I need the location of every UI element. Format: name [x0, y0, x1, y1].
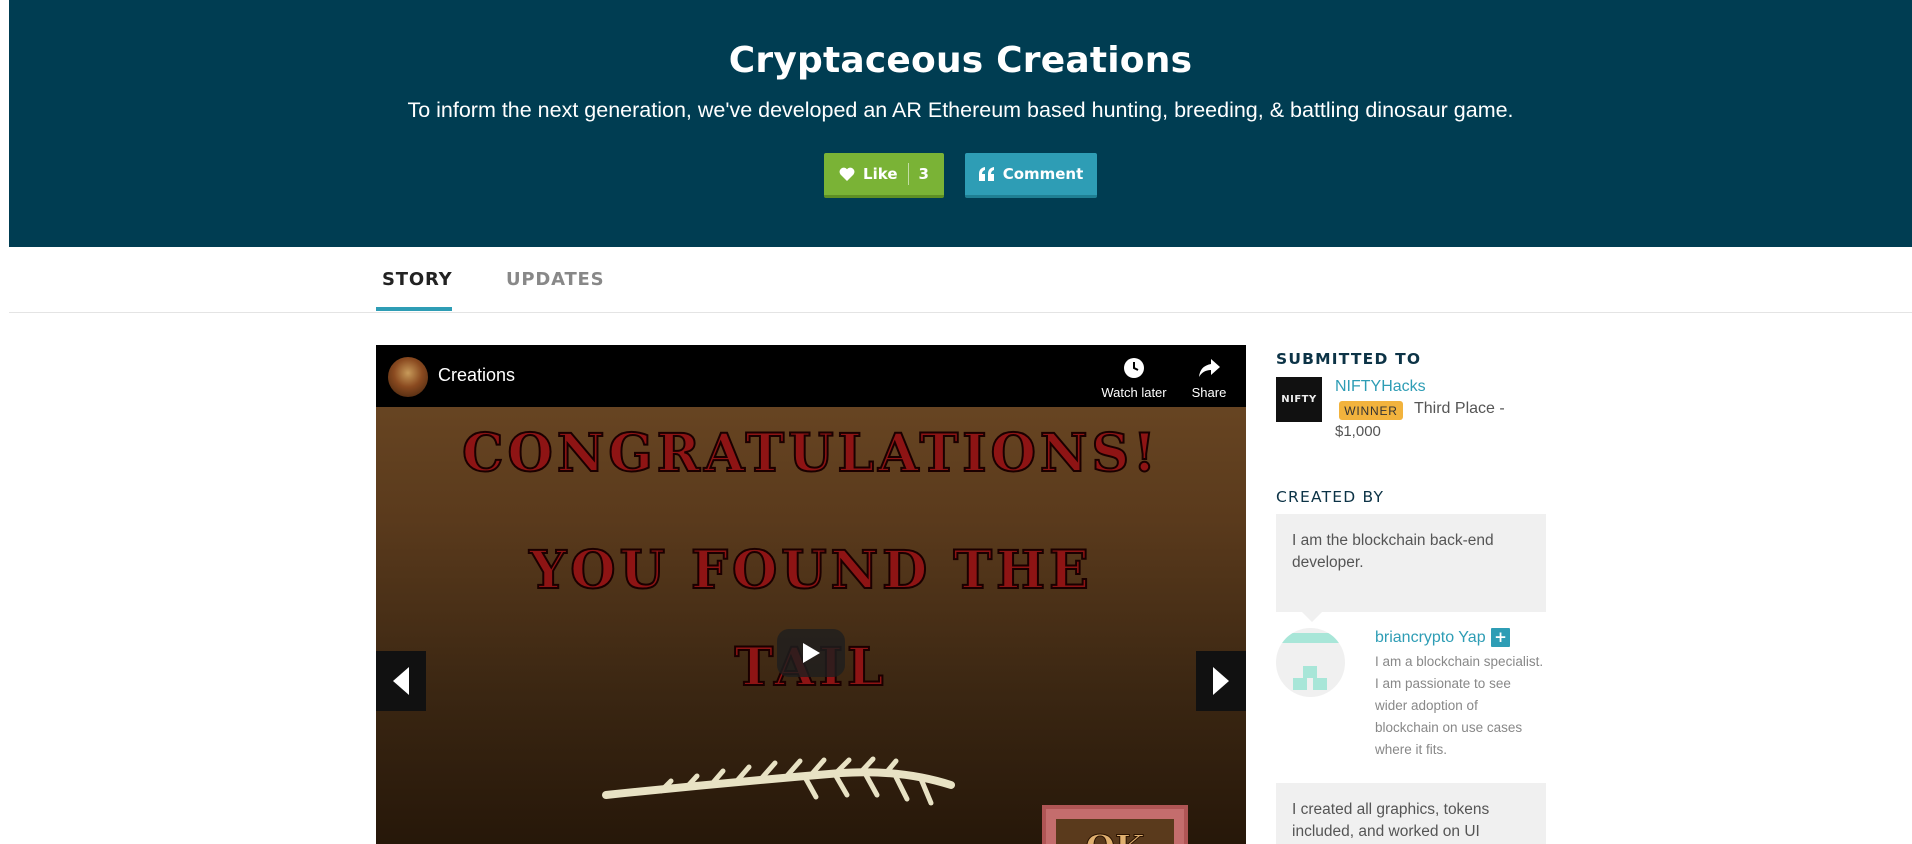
project-tagline: To inform the next generation, we've dev…	[407, 98, 1514, 122]
chevron-right-icon	[1213, 667, 1229, 695]
avatar-pattern	[1276, 633, 1345, 643]
prize-amount: $1,000	[1335, 423, 1381, 440]
comment-label: Comment	[1002, 165, 1084, 183]
quote-icon	[978, 167, 994, 181]
created-by-heading: CREATED BY	[1276, 488, 1385, 506]
video-top-bar: Creations Watch later Share	[376, 345, 1246, 407]
active-tab-indicator	[376, 307, 452, 311]
watch-later-button[interactable]: Watch later	[1096, 357, 1172, 400]
avatar-pixel	[1293, 678, 1307, 690]
tab-story[interactable]: STORY	[382, 269, 452, 290]
ok-graphic-label: OK	[1056, 819, 1174, 844]
creator-name-link[interactable]: briancrypto Yap	[1375, 629, 1486, 647]
like-divider	[907, 163, 909, 185]
ok-graphic: OK	[1042, 805, 1188, 844]
previous-slide-button[interactable]	[376, 651, 426, 711]
follow-plus-button[interactable]: +	[1491, 628, 1510, 647]
tab-updates[interactable]: UPDATES	[506, 269, 604, 290]
project-header: Cryptaceous Creations To inform the next…	[9, 0, 1912, 247]
frame-text-you-found-the: YOU FOUND THE	[528, 539, 1093, 602]
share-button[interactable]: Share	[1184, 357, 1234, 400]
play-icon	[803, 643, 820, 663]
watch-later-label: Watch later	[1101, 385, 1167, 400]
like-count: 3	[918, 165, 929, 183]
project-title: Cryptaceous Creations	[728, 40, 1193, 81]
prize-text: Third Place -	[1414, 400, 1505, 417]
share-icon	[1199, 359, 1220, 377]
like-label: Like	[863, 165, 898, 183]
creator-contribution-bubble: I created all graphics, tokens included,…	[1276, 783, 1546, 844]
next-slide-button[interactable]	[1196, 651, 1246, 711]
frame-text-congratulations: CONGRATULATIONS!	[461, 422, 1160, 485]
channel-avatar[interactable]	[388, 357, 428, 397]
hackathon-link[interactable]: NIFTYHacks	[1335, 378, 1426, 396]
creator-bio: I am a blockchain specialist. I am passi…	[1375, 654, 1544, 757]
creator-contribution-text: I created all graphics, tokens included,…	[1292, 801, 1490, 840]
heart-icon	[839, 167, 855, 181]
dinosaur-tail-bone-image	[602, 756, 955, 806]
comment-button[interactable]: Comment	[965, 153, 1097, 198]
share-label: Share	[1191, 385, 1227, 400]
video-player[interactable]: Creations Watch later Share CONGRATULATI…	[376, 345, 1246, 844]
hackathon-logo[interactable]: NIFTY	[1276, 377, 1322, 422]
creator-contribution-text: I am the blockchain back-end developer.	[1292, 532, 1494, 571]
creator-contribution-bubble: I am the blockchain back-end developer.	[1276, 514, 1546, 622]
chevron-left-icon	[393, 667, 409, 695]
user-avatar[interactable]	[1276, 628, 1345, 697]
video-title[interactable]: Creations	[438, 365, 515, 386]
clock-icon	[1124, 358, 1144, 378]
play-button[interactable]	[777, 629, 845, 677]
avatar-pixel	[1303, 666, 1317, 678]
submitted-to-heading: SUBMITTED TO	[1276, 350, 1422, 368]
tab-bar: STORY UPDATES	[9, 247, 1912, 313]
winner-badge: WINNER	[1339, 401, 1403, 420]
like-button[interactable]: Like 3	[824, 153, 944, 198]
avatar-pixel	[1313, 678, 1327, 690]
project-page: Cryptaceous Creations To inform the next…	[0, 0, 1912, 844]
